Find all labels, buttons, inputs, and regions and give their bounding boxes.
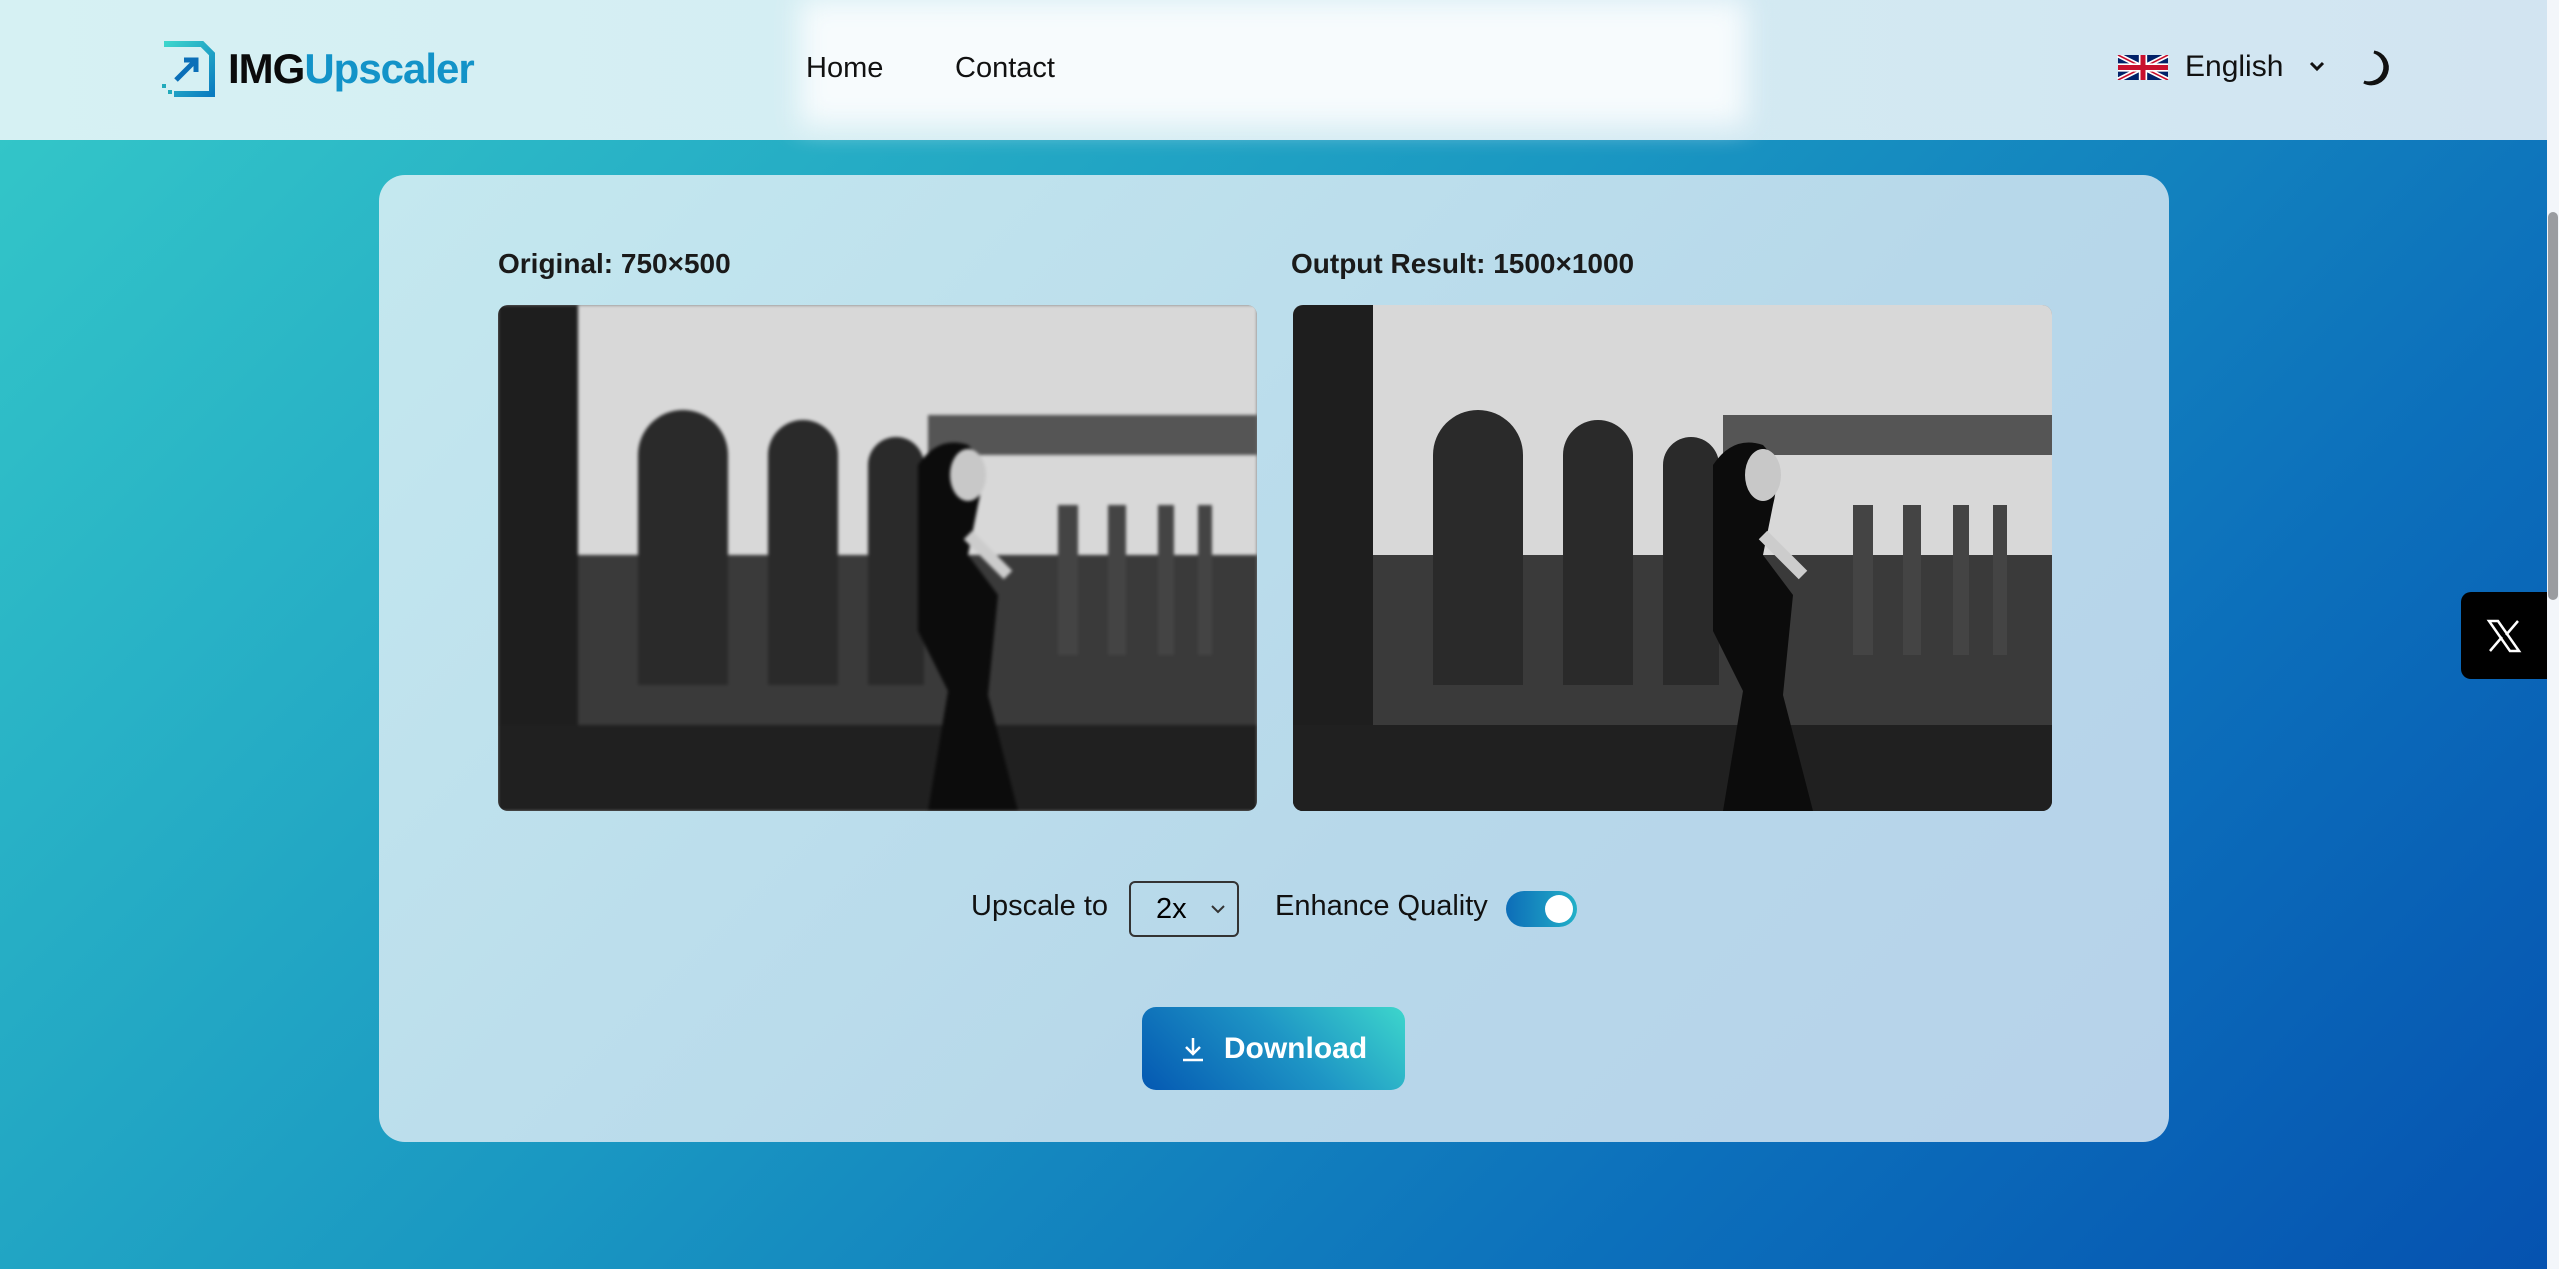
download-button[interactable]: Download [1142,1007,1405,1090]
header-glow [800,0,1746,125]
logo-text: IMGUpscaler [228,45,475,93]
uk-flag-icon [2116,54,2170,80]
logo-img: IMG [228,45,305,92]
logo-upscaler: Upscaler [304,45,474,92]
x-logo-icon [2486,619,2522,652]
original-label: Original: 750×500 [498,248,731,279]
upscale-label: Upscale to [971,890,1109,922]
language-selector[interactable]: English [2115,50,2337,84]
enhance-quality-toggle[interactable] [1506,891,1577,927]
output-image [1293,305,2052,811]
language-label: English [2185,50,2284,83]
upscale-value: 2x [1156,892,1187,925]
download-label: Download [1223,1031,1368,1065]
nav-contact[interactable]: Contact [955,52,1055,85]
download-icon [1182,1037,1203,1061]
chevron-down-icon [2310,61,2325,72]
scrollbar[interactable] [2547,0,2559,1269]
scrollbar-thumb[interactable] [2548,212,2558,600]
output-label: Output Result: 1500×1000 [1291,248,1635,279]
logo[interactable]: IMGUpscaler [160,40,475,98]
header: IMGUpscaler Home Contact English [0,0,2547,140]
upscale-select[interactable]: 2x [1129,881,1239,937]
original-image [498,305,1257,811]
logo-icon [161,41,215,97]
x-share-button[interactable] [2461,592,2547,679]
enhance-quality-label: Enhance Quality [1275,890,1488,922]
moon-icon[interactable] [2360,48,2400,88]
nav-home[interactable]: Home [806,52,883,85]
toggle-knob [1545,895,1573,923]
chevron-down-icon [1210,905,1225,914]
